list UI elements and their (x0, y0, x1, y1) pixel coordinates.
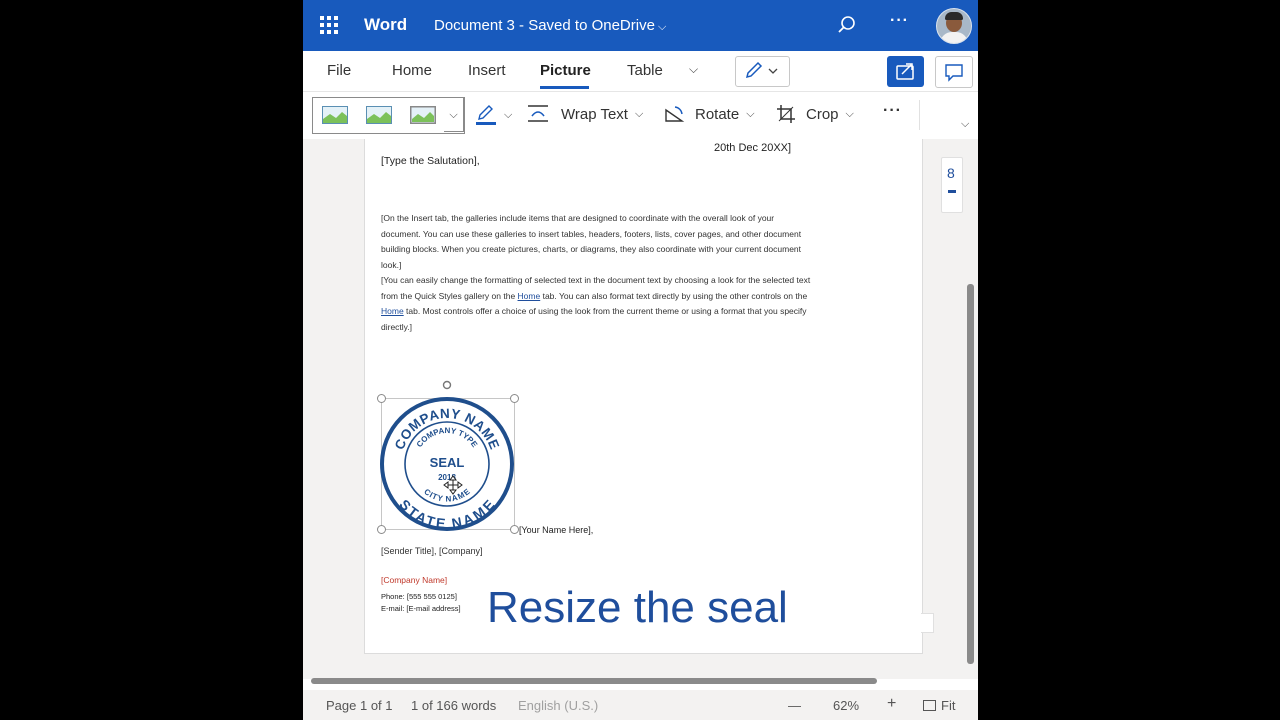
more-options-icon[interactable]: ··· (890, 12, 909, 30)
search-icon[interactable] (836, 14, 858, 36)
salutation[interactable]: [Type the Salutation], (381, 155, 480, 167)
sender-title[interactable]: [Sender Title], [Company] (381, 546, 483, 556)
fit-button[interactable]: Fit (923, 698, 955, 713)
pen-color-icon (476, 105, 496, 125)
app-name[interactable]: Word (364, 15, 407, 35)
fit-icon (923, 700, 936, 711)
chevron-down-icon: ⌵ (634, 107, 644, 120)
tab-table[interactable]: Table (627, 62, 663, 79)
ribbon-tabs: File Home Insert Picture Table ⌵ (303, 51, 978, 91)
zoom-in-button[interactable]: + (887, 695, 896, 713)
toolbar-divider (919, 100, 920, 130)
styles-gallery-dropdown[interactable]: ⌵ (444, 97, 464, 132)
zoom-level[interactable]: 62% (833, 698, 859, 713)
email-line[interactable]: E-mail: [E-mail address] (381, 604, 461, 613)
company-name[interactable]: [Company Name] (381, 575, 447, 585)
page-navigator-number: 8 (947, 165, 955, 181)
para2-text-b: tab. You can also format text directly b… (540, 290, 808, 301)
crop-icon (777, 105, 795, 123)
zoom-out-button[interactable]: — (788, 698, 801, 713)
horizontal-scrollbar[interactable] (311, 678, 877, 684)
para2-text-c: tab. Most controls offer a choice of usi… (381, 306, 807, 332)
document-canvas[interactable]: 20th Dec 20XX] [Type the Salutation], [O… (303, 139, 978, 684)
comment-icon (945, 64, 963, 82)
signature-name[interactable]: [Your Name Here], (519, 525, 593, 535)
vertical-scrollbar[interactable] (967, 284, 974, 664)
word-count[interactable]: 1 of 166 words (411, 698, 496, 713)
title-bar: Word Document 3 - Saved to OneDrive ⌵ ··· (303, 0, 978, 51)
picture-toolbar: ⌵ ⌵ Wrap Text ⌵ Rotate ⌵ Crop ⌵ ··· ⌵ (303, 91, 978, 140)
document-title[interactable]: Document 3 - Saved to OneDrive ⌵ (434, 17, 666, 34)
rotate-button[interactable]: Rotate ⌵ (663, 104, 755, 124)
body-paragraph-2[interactable]: [You can easily change the formatting of… (381, 273, 811, 335)
document-page[interactable]: 20th Dec 20XX] [Type the Salutation], [O… (364, 139, 923, 654)
tutorial-caption: Resize the seal (487, 583, 788, 632)
share-button[interactable] (887, 56, 924, 87)
chevron-down-icon: ⌵ (657, 21, 667, 33)
avatar[interactable] (936, 8, 972, 44)
picture-border-button[interactable]: ⌵ (475, 104, 512, 126)
wrap-text-label: Wrap Text (561, 105, 628, 123)
tab-home[interactable]: Home (392, 62, 432, 79)
more-tabs-chevron-icon[interactable]: ⌵ (689, 62, 698, 77)
page-count[interactable]: Page 1 of 1 (326, 698, 393, 713)
tab-picture[interactable]: Picture (540, 62, 591, 79)
comments-button[interactable] (935, 56, 973, 88)
pencil-icon (745, 61, 778, 79)
body-paragraph-1[interactable]: [On the Insert tab, the galleries includ… (381, 211, 811, 273)
chevron-down-icon: ⌵ (746, 107, 755, 120)
document-title-text: Document 3 - Saved to OneDrive (434, 17, 655, 34)
phone-line[interactable]: Phone: [555 555 0125] (381, 592, 457, 601)
app-launcher-icon[interactable] (320, 16, 338, 34)
language-status[interactable]: English (U.S.) (518, 698, 598, 713)
chevron-down-icon: ⌵ (504, 108, 513, 121)
page-edge-marker (921, 613, 934, 633)
crop-label: Crop (806, 105, 839, 123)
picture-style-1-icon[interactable] (322, 106, 348, 124)
page-navigator[interactable]: 8 (941, 157, 963, 213)
picture-styles-gallery[interactable] (312, 97, 465, 134)
wrap-text-icon (528, 105, 548, 122)
status-bar: Page 1 of 1 1 of 166 words English (U.S.… (303, 690, 978, 720)
seal-image[interactable]: COMPANY NAME STATE NAME COMPANY TYPE CIT… (377, 380, 519, 534)
more-commands-icon[interactable]: ··· (883, 102, 902, 120)
home-link-2[interactable]: Home (381, 306, 404, 316)
rotate-label: Rotate (695, 105, 740, 123)
rotate-handle-icon[interactable] (442, 380, 452, 390)
tab-insert[interactable]: Insert (468, 62, 506, 79)
chevron-down-icon: ⌵ (845, 107, 854, 120)
fit-label: Fit (941, 698, 956, 713)
crop-button[interactable]: Crop ⌵ (776, 104, 854, 124)
letter-date[interactable]: 20th Dec 20XX] (714, 142, 791, 154)
home-link-1[interactable]: Home (518, 291, 541, 301)
seal-center-text: SEAL (430, 455, 465, 470)
company-seal-graphic: COMPANY NAME STATE NAME COMPANY TYPE CIT… (380, 397, 514, 532)
share-icon (896, 63, 914, 80)
editing-mode-button[interactable] (735, 56, 790, 87)
wrap-text-button[interactable]: Wrap Text ⌵ (527, 104, 643, 124)
active-tab-indicator (540, 86, 589, 89)
picture-style-3-icon[interactable] (410, 106, 436, 124)
expand-ribbon-chevron-icon[interactable]: ⌵ (961, 118, 969, 131)
picture-style-2-icon[interactable] (366, 106, 392, 124)
word-app: Word Document 3 - Saved to OneDrive ⌵ ···… (303, 0, 978, 720)
rotate-icon (665, 106, 685, 122)
page-navigator-indicator (948, 190, 956, 193)
tab-file[interactable]: File (327, 62, 351, 79)
